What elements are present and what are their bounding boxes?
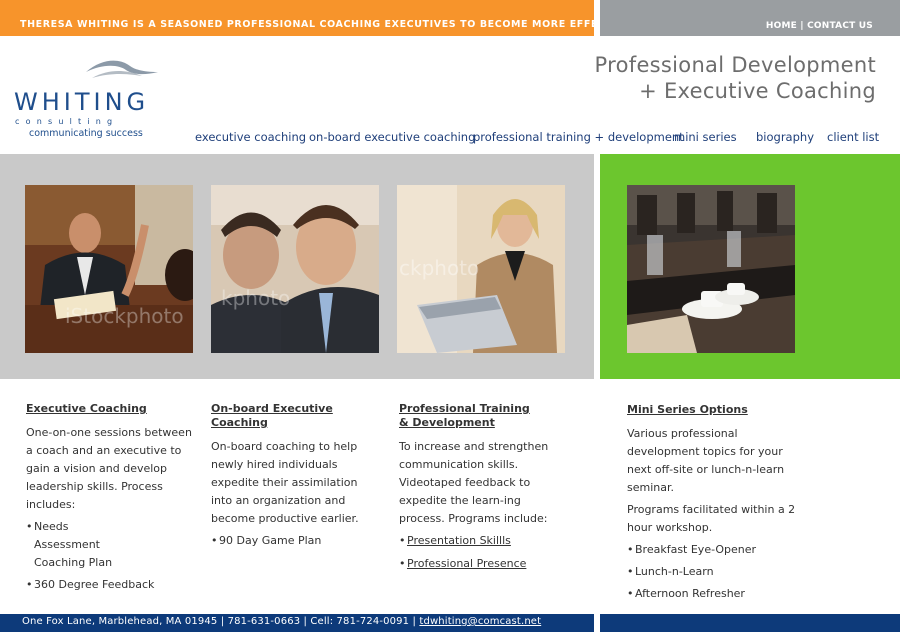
list-item: • Lunch-n-Learn [627, 563, 807, 581]
footer-bar-right [600, 614, 900, 632]
nav-professional-training[interactable]: professional training + development [473, 130, 684, 144]
footer-contact: One Fox Lane, Marblehead, MA 01945 | 781… [22, 616, 541, 627]
list-item: • Needs Assessment Coaching Plan [26, 518, 196, 572]
nav-mini-series[interactable]: mini series [674, 130, 737, 144]
bullet-text: 90 Day Game Plan [219, 534, 322, 547]
executive-coaching-body: One-on-one sessions between a coach and … [26, 426, 192, 511]
on-board-coaching-heading[interactable]: On-board Executive Coaching [211, 402, 381, 430]
bullet-icon: • [26, 578, 33, 591]
tagline: THERESA WHITING IS A SEASONED PROFESSION… [20, 19, 693, 30]
heading-line-2: & Development [399, 416, 495, 429]
mini-series-body: Various professional development topics … [627, 427, 785, 494]
mini-series-section: Mini Series Options Various professional… [627, 403, 807, 603]
bullet-icon: • [627, 543, 634, 556]
bullet-icon: • [399, 534, 406, 547]
photo-executive-meeting: iStockphoto [25, 185, 193, 353]
home-link[interactable]: HOME [766, 21, 797, 31]
bullet-icon: • [627, 587, 634, 600]
contact-us-link[interactable]: CONTACT US [807, 21, 873, 31]
top-nav: HOME | CONTACT US [766, 21, 873, 31]
list-item: • Afternoon Refresher [627, 585, 807, 603]
logo-tagline: communicating success [29, 128, 143, 139]
mini-series-body-2: Programs facilitated within a 2 hour wor… [627, 503, 796, 534]
executive-coaching-section: Executive Coaching One-on-one sessions b… [26, 402, 196, 594]
list-item: • Presentation Skillls [399, 532, 569, 550]
photo-watermark-1: iStockphoto [65, 304, 184, 328]
footer-address: One Fox Lane, Marblehead, MA 01945 | 781… [22, 616, 420, 627]
nav-client-list[interactable]: client list [827, 130, 879, 144]
training-development-section: Professional Training & Development To in… [399, 402, 569, 573]
executive-coaching-heading[interactable]: Executive Coaching [26, 402, 196, 416]
headline-line-1: Professional Development [594, 53, 876, 77]
bullet-text: Afternoon Refresher [635, 587, 745, 600]
mini-series-heading[interactable]: Mini Series Options [627, 403, 807, 417]
list-item: • 360 Degree Feedback [26, 576, 196, 594]
top-banner [0, 0, 594, 36]
bullet-icon: • [627, 565, 634, 578]
bullet-text: Breakfast Eye-Opener [635, 543, 757, 556]
nav-on-board-executive-coaching[interactable]: on-board executive coaching [309, 130, 475, 144]
photo-watermark-3: ckphoto [399, 256, 479, 280]
nav-biography[interactable]: biography [756, 130, 814, 144]
heading-line-1: Professional Training [399, 402, 530, 415]
list-item: • Professional Presence [399, 555, 569, 573]
photo-conference-table [627, 185, 795, 353]
presentation-skills-link[interactable]: Presentation Skillls [407, 532, 511, 550]
logo-swoosh-icon [86, 60, 158, 78]
training-development-heading[interactable]: Professional Training & Development [399, 402, 569, 430]
photo-watermark-2: kphoto [221, 286, 290, 310]
bullet-icon: • [211, 534, 218, 547]
list-item: • 90 Day Game Plan [211, 532, 381, 550]
headline-line-2: + Executive Coaching [639, 79, 876, 103]
photo-businesswoman-laptop: ckphoto [397, 185, 565, 353]
bullet-text: Needs Assessment Coaching Plan [34, 520, 113, 569]
logo-subtext: consulting [15, 117, 119, 126]
on-board-coaching-section: On-board Executive Coaching On-board coa… [211, 402, 381, 550]
nav-executive-coaching[interactable]: executive coaching [195, 130, 306, 144]
page-headline: Professional Development + Executive Coa… [595, 52, 876, 104]
logo-wordmark[interactable]: WHITING [14, 88, 149, 116]
bullet-icon: • [399, 557, 406, 570]
on-board-coaching-body: On-board coaching to help newly hired in… [211, 440, 359, 525]
photo-businessmen: kphoto [211, 185, 379, 353]
professional-presence-link[interactable]: Professional Presence [407, 555, 526, 573]
list-item: • Breakfast Eye-Opener [627, 541, 807, 559]
nav-separator: | [796, 21, 808, 31]
bullet-icon: • [26, 520, 33, 533]
training-development-body: To increase and strengthen communication… [399, 440, 549, 525]
bullet-text: Lunch-n-Learn [635, 565, 714, 578]
footer-email-link[interactable]: tdwhiting@comcast.net [419, 616, 541, 627]
bullet-text: 360 Degree Feedback [34, 578, 155, 591]
